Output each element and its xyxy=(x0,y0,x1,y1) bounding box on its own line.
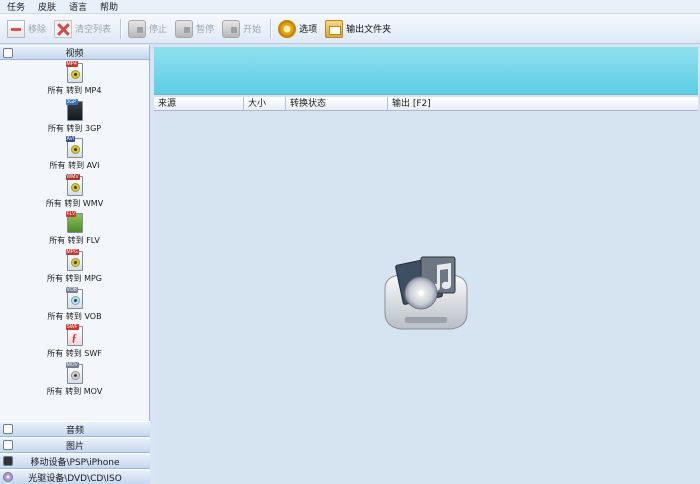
start-icon xyxy=(222,19,241,38)
format-item-avi[interactable]: AVI 所有 转到 AVI xyxy=(0,135,149,173)
format-item-mp4[interactable]: MP4 所有 转到 MP4 xyxy=(0,60,149,98)
format-item-vob[interactable]: VOB 所有 转到 VOB xyxy=(0,286,149,324)
column-size[interactable]: 大小 xyxy=(244,97,286,111)
task-table-header: 来源 大小 转换状态 输出 [F2] xyxy=(154,97,698,111)
format-item-mov[interactable]: MOV 所有 转到 MOV xyxy=(0,361,149,399)
flv-file-icon: FLV xyxy=(65,211,83,234)
toolbar: 移除 清空列表 停止 暂停 开始 选项 输出文件夹 xyxy=(0,14,700,44)
clear-list-button[interactable]: 清空列表 xyxy=(51,17,114,41)
remove-button[interactable]: 移除 xyxy=(4,17,49,41)
pause-button[interactable]: 暂停 xyxy=(172,17,217,41)
mobile-device-icon xyxy=(3,456,13,466)
start-button[interactable]: 开始 xyxy=(219,17,264,41)
folder-icon xyxy=(325,19,344,38)
category-audio-header[interactable]: 音频 xyxy=(0,421,150,437)
image-category-icon xyxy=(3,440,13,450)
stop-button[interactable]: 停止 xyxy=(125,17,170,41)
category-panel: 视频 MP4 所有 转到 MP4 3GP 所有 转到 3GP AVI 所有 转到… xyxy=(0,45,150,484)
category-mobile-header[interactable]: 移动设备\PSP\iPhone xyxy=(0,453,150,469)
category-video-header[interactable]: 视频 xyxy=(0,45,149,60)
format-item-mpg[interactable]: MPG 所有 转到 MPG xyxy=(0,248,149,286)
format-item-flv[interactable]: FLV 所有 转到 FLV xyxy=(0,210,149,248)
banner xyxy=(154,47,698,95)
format-item-swf[interactable]: SWF ƒ 所有 转到 SWF xyxy=(0,323,149,361)
toolbar-separator xyxy=(270,18,272,39)
stop-icon xyxy=(128,19,147,38)
disc-icon xyxy=(3,472,13,482)
video-format-list: MP4 所有 转到 MP4 3GP 所有 转到 3GP AVI 所有 转到 AV… xyxy=(0,60,149,422)
format-item-wmv[interactable]: WMV 所有 转到 WMV xyxy=(0,173,149,211)
task-panel: 来源 大小 转换状态 输出 [F2] xyxy=(154,45,698,484)
menu-help[interactable]: 帮助 xyxy=(100,0,118,13)
column-source[interactable]: 来源 xyxy=(154,97,244,111)
wmv-file-icon: WMV xyxy=(65,173,83,196)
avi-file-icon: AVI xyxy=(65,136,83,159)
audio-category-icon xyxy=(3,424,13,434)
mpg-file-icon: MPG xyxy=(65,248,83,271)
menu-language[interactable]: 语言 xyxy=(69,0,87,13)
toolbar-separator xyxy=(120,18,122,39)
menu-skin[interactable]: 皮肤 xyxy=(38,0,56,13)
gear-icon xyxy=(278,19,297,38)
pause-icon xyxy=(175,19,194,38)
category-footer: 音频 图片 移动设备\PSP\iPhone 光驱设备\DVD\CD\ISO xyxy=(0,421,150,484)
column-status[interactable]: 转换状态 xyxy=(286,97,388,111)
output-folder-button[interactable]: 输出文件夹 xyxy=(322,17,394,41)
menu-task[interactable]: 任务 xyxy=(7,0,25,13)
category-image-header[interactable]: 图片 xyxy=(0,437,150,453)
column-output[interactable]: 输出 [F2] xyxy=(388,97,698,111)
3gp-file-icon: 3GP xyxy=(65,98,83,121)
mov-file-icon: MOV xyxy=(65,361,83,384)
menu-bar: 任务 皮肤 语言 帮助 xyxy=(0,0,700,14)
category-disc-header[interactable]: 光驱设备\DVD\CD\ISO xyxy=(0,469,150,484)
options-button[interactable]: 选项 xyxy=(275,17,320,41)
format-item-3gp[interactable]: 3GP 所有 转到 3GP xyxy=(0,98,149,136)
video-category-icon xyxy=(3,48,13,58)
clear-icon xyxy=(54,19,73,38)
mp4-file-icon: MP4 xyxy=(65,61,83,83)
remove-icon xyxy=(7,19,25,38)
swf-file-icon: SWF ƒ xyxy=(65,324,83,347)
app-logo-icon xyxy=(384,256,468,330)
vob-file-icon: VOB xyxy=(65,286,83,309)
